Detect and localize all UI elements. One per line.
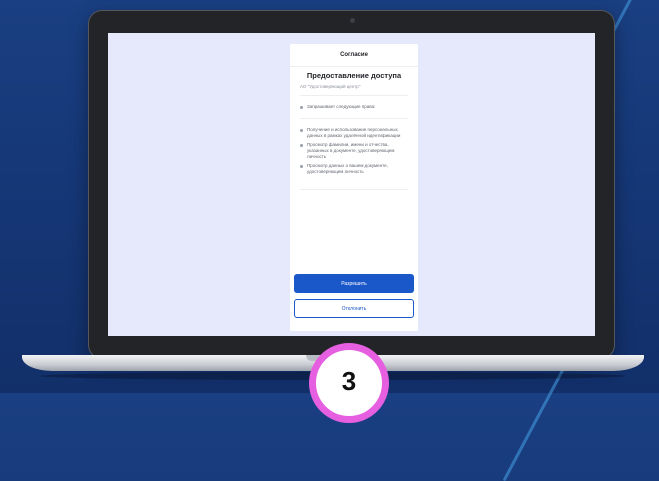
laptop-lid: Согласие Предоставление доступа АО "Удос… <box>88 10 615 359</box>
bullet-icon <box>300 128 303 132</box>
allow-button[interactable]: Разрешить <box>294 274 414 293</box>
permission-item: Просмотр фамилии, имени и отчества, указ… <box>300 142 408 160</box>
webcam-icon <box>350 18 355 23</box>
dialog-title: Предоставление доступа <box>306 71 402 80</box>
permission-text: Просмотр данных о вашем документе, удост… <box>307 163 388 174</box>
permission-text: Получение и использование персональных д… <box>307 127 401 138</box>
bullet-icon <box>300 143 303 147</box>
divider <box>300 118 408 119</box>
divider <box>300 95 408 96</box>
bullet-icon <box>300 164 303 168</box>
permission-text: Просмотр фамилии, имени и отчества, указ… <box>307 142 395 159</box>
organization-name: АО "Удостоверяющий центр" <box>300 84 361 89</box>
step-number-badge: 3 <box>309 343 389 423</box>
divider <box>300 189 408 190</box>
request-intro-text: Запрашивает следующие права: <box>307 104 376 109</box>
consent-dialog: Согласие Предоставление доступа АО "Удос… <box>290 44 418 331</box>
bullet-icon <box>300 105 303 109</box>
laptop-screen: Согласие Предоставление доступа АО "Удос… <box>108 33 595 336</box>
decline-button[interactable]: Отклонить <box>294 299 414 318</box>
dialog-header: Согласие <box>290 44 418 67</box>
request-intro-row: Запрашивает следующие права: <box>300 104 408 110</box>
permission-item: Получение и использование персональных д… <box>300 127 408 139</box>
permission-item: Просмотр данных о вашем документе, удост… <box>300 163 408 175</box>
